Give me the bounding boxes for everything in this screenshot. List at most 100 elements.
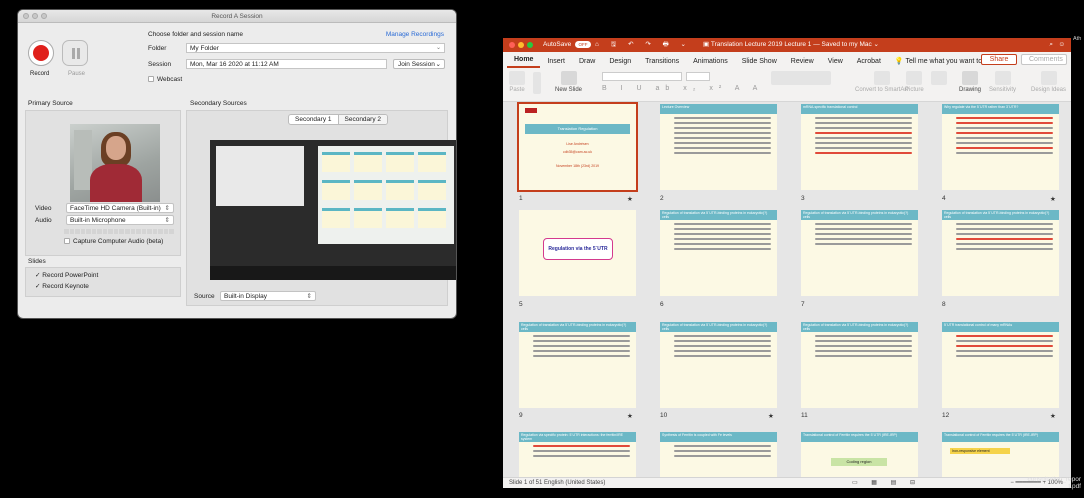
tab-secondary-2[interactable]: Secondary 2 xyxy=(337,115,387,124)
source-value: Built-in Display xyxy=(224,293,267,300)
slide-thumbnail[interactable]: Regulation via the 5´UTR xyxy=(519,210,636,296)
sensitivity-button[interactable]: Sensitivity xyxy=(989,71,1016,93)
animation-star-icon: ★ xyxy=(1050,196,1056,203)
animation-star-icon: ★ xyxy=(768,413,774,420)
slide-thumbnail[interactable]: Translational control of Ferritin requir… xyxy=(942,432,1059,477)
picture-button[interactable]: Picture xyxy=(905,71,924,93)
slide-title: Regulation via the 5´UTR xyxy=(543,238,613,260)
slide-number: 1 xyxy=(519,195,523,202)
autosave-control[interactable]: AutoSave OFF xyxy=(543,38,591,52)
secondary-tabs: Secondary 1 Secondary 2 xyxy=(288,114,388,125)
paste-button[interactable]: Paste xyxy=(509,71,525,93)
minimize-window-button[interactable] xyxy=(518,42,524,48)
source-select[interactable]: Built-in Display ⇕ xyxy=(220,291,316,301)
tab-view[interactable]: View xyxy=(821,58,850,68)
feedback-icon[interactable]: ☺ xyxy=(1058,38,1065,52)
slide-header: Regulation of translation via 5´UTR-bind… xyxy=(801,210,918,220)
desktop-fragment: Ath xyxy=(1073,36,1082,42)
tab-acrobat[interactable]: Acrobat xyxy=(850,58,888,68)
tab-draw[interactable]: Draw xyxy=(572,58,602,68)
powerpoint-window: AutoSave OFF ⌂ 🖫 ↶ ↷ 🖶 ⌄ ▣ Translation L… xyxy=(503,38,1071,488)
animation-star-icon: ★ xyxy=(627,413,633,420)
window-controls xyxy=(509,42,533,48)
font-size-select[interactable] xyxy=(686,72,710,81)
slide-thumbnail[interactable]: Translation Regulation Lise Andrésen cdb… xyxy=(517,102,638,192)
format-icons[interactable]: B I U ab x₂ x² A A xyxy=(602,85,763,92)
tab-slide-show[interactable]: Slide Show xyxy=(735,58,784,68)
autosave-toggle[interactable]: OFF xyxy=(575,40,591,48)
shapes-button[interactable] xyxy=(931,71,947,87)
webcast-option[interactable]: Webcast xyxy=(148,76,182,83)
close-window-button[interactable] xyxy=(509,42,515,48)
video-select[interactable]: FaceTime HD Camera (Built-in) ⇕ xyxy=(66,203,174,213)
minimize-window-button[interactable] xyxy=(32,13,38,19)
session-name-input[interactable]: Mon, Mar 16 2020 at 11:12 AM xyxy=(186,59,387,69)
folder-select[interactable]: My Folder ⌄ xyxy=(186,43,445,53)
slide-thumbnail[interactable]: Regulation of translation via 5´UTR-bind… xyxy=(660,210,777,296)
capture-audio-option[interactable]: Capture Computer Audio (beta) xyxy=(64,238,163,245)
slide-header: Regulation of translation via 5´UTR-bind… xyxy=(801,322,918,332)
university-logo xyxy=(525,108,537,113)
search-icon[interactable]: ⌕ xyxy=(1049,38,1053,52)
capture-audio-label: Capture Computer Audio (beta) xyxy=(73,238,164,245)
slide-header: Lecture Overview xyxy=(660,104,777,114)
convert-smartart-button[interactable]: Convert to SmartArt xyxy=(855,71,908,93)
capture-audio-checkbox[interactable] xyxy=(64,238,70,245)
share-button[interactable]: Share xyxy=(981,54,1017,65)
tab-home[interactable]: Home xyxy=(507,56,541,68)
record-powerpoint-option[interactable]: ✓ Record PowerPoint xyxy=(35,271,98,279)
record-button[interactable] xyxy=(28,40,54,66)
tab-transitions[interactable]: Transitions xyxy=(638,58,686,68)
slide-header: Translational control of Ferritin requir… xyxy=(942,432,1059,442)
slide-header: Translational control of Ferritin requir… xyxy=(801,432,918,442)
close-window-button[interactable] xyxy=(23,13,29,19)
picture-icon xyxy=(906,71,923,85)
manage-recordings-link[interactable]: Manage Recordings xyxy=(386,31,444,38)
font-name-select[interactable] xyxy=(602,72,682,81)
slide-thumbnail[interactable]: Translational control of Ferritin requir… xyxy=(801,432,918,477)
drawing-button[interactable]: Drawing xyxy=(959,71,981,93)
design-ideas-button[interactable]: Design Ideas xyxy=(1031,71,1066,93)
slide-thumbnail[interactable]: Regulation via specific protein: 5´UTR i… xyxy=(519,432,636,477)
slide-thumbnail[interactable]: Synthesis of Ferritin is coupled with Fe… xyxy=(660,432,777,477)
tab-insert[interactable]: Insert xyxy=(540,58,572,68)
view-buttons[interactable]: ▭ ▦ ▤ ⊟ xyxy=(852,478,921,488)
tab-secondary-1[interactable]: Secondary 1 xyxy=(289,115,338,124)
slide-number: 11 xyxy=(801,412,808,419)
list-icons[interactable] xyxy=(771,71,831,87)
slide-header: Regulation via specific protein: 5´UTR i… xyxy=(519,432,636,442)
webcast-label: Webcast xyxy=(157,76,183,83)
slide-thumbnail[interactable]: mRNA-specific translational control xyxy=(801,104,918,190)
quick-access-icons[interactable]: ⌂ 🖫 ↶ ↷ 🖶 ⌄ xyxy=(595,38,691,52)
slide-thumbnail[interactable]: Regulation of translation via 5´UTR-bind… xyxy=(801,322,918,408)
tab-review[interactable]: Review xyxy=(784,58,821,68)
display-preview xyxy=(210,140,456,280)
slide-number: 4 xyxy=(942,195,946,202)
comments-label: Comments xyxy=(1029,56,1063,63)
slide-thumbnail[interactable]: Lecture Overview xyxy=(660,104,777,190)
slide-thumbnail[interactable]: Regulation of translation via 5´UTR-bind… xyxy=(660,322,777,408)
tab-animations[interactable]: Animations xyxy=(686,58,735,68)
slide-thumbnail[interactable]: Why regulate via the 5´UTR rather than 3… xyxy=(942,104,1059,190)
chevron-down-icon: ⌄ xyxy=(435,61,441,68)
zoom-window-button[interactable] xyxy=(41,13,47,19)
slide-thumbnail[interactable]: Regulation of translation via 5´UTR-bind… xyxy=(942,210,1059,296)
slide-header: Regulation of translation via 5´UTR-bind… xyxy=(942,210,1059,220)
chevron-down-icon: ⌄ xyxy=(435,45,441,51)
cut-copy-icons[interactable] xyxy=(533,72,541,96)
zoom-window-button[interactable] xyxy=(527,42,533,48)
slide-thumbnail[interactable]: Regulation of translation via 5´UTR-bind… xyxy=(801,210,918,296)
webcast-checkbox[interactable] xyxy=(148,76,154,83)
join-session-button[interactable]: Join Session ⌄ xyxy=(393,59,445,69)
tab-design[interactable]: Design xyxy=(602,58,638,68)
audio-select[interactable]: Built-in Microphone ⇕ xyxy=(66,215,174,225)
slide-header: Regulation of translation via 5´UTR-bind… xyxy=(660,322,777,332)
autosave-label: AutoSave xyxy=(543,41,572,48)
slide-thumbnail[interactable]: Regulation of translation via 5´UTR-bind… xyxy=(519,322,636,408)
pause-button[interactable] xyxy=(62,40,88,66)
record-keynote-option[interactable]: ✓ Record Keynote xyxy=(35,282,89,290)
new-slide-button[interactable]: New Slide xyxy=(555,71,582,93)
comments-button[interactable]: Comments xyxy=(1021,54,1067,65)
desktop-file-label[interactable]: consultation_repor t.pdf xyxy=(1013,476,1081,490)
slide-thumbnail[interactable]: 5´UTR translational control of many mRNA… xyxy=(942,322,1059,408)
